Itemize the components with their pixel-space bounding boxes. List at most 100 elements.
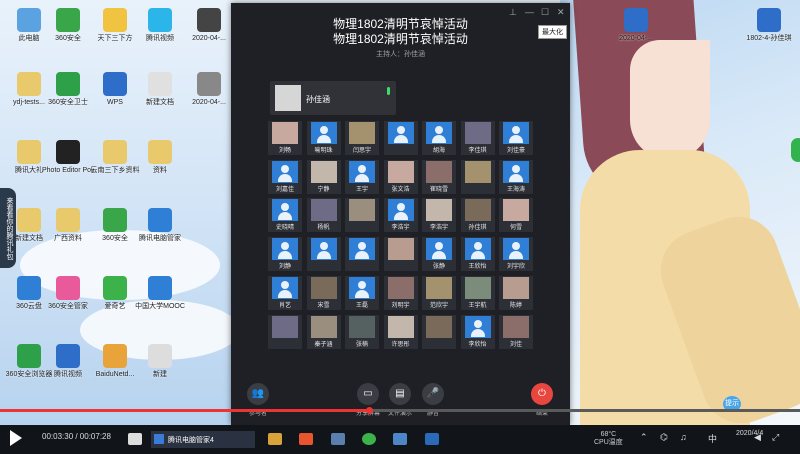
participant-tile[interactable]: 胡海 [422,121,456,155]
participant-avatar [310,199,337,222]
desktop-icon[interactable]: 360安全卫士 [42,72,94,107]
desktop-icon-label: 腾讯视频 [146,35,174,42]
participant-name: 胡海 [432,148,445,154]
desktop-icon-image [56,276,80,300]
desktop-icon[interactable]: 资料 [134,140,186,175]
store-icon[interactable] [331,433,345,445]
participant-tile[interactable]: 宋雪 [306,275,341,310]
desktop-icon[interactable]: 广西资料 [42,208,94,243]
desktop-icon-image [757,8,781,32]
fullscreen-icon[interactable]: ⤢ [772,432,779,443]
desktop-icon[interactable]: 360安全 [42,8,94,43]
mail-icon[interactable] [425,433,439,445]
desktop-icon[interactable]: 腾讯电脑管家 [134,208,186,243]
participant-tile[interactable]: 王宇航 [460,275,495,310]
participant-tile[interactable]: 崔晓雪 [422,159,456,194]
video-progress-bar[interactable] [0,407,800,414]
participant-tile[interactable]: 喻明珠 [306,121,341,155]
participant-name: 秦子涵 [314,341,333,348]
participant-tile[interactable] [268,314,302,349]
participant-tile[interactable] [345,198,379,233]
participant-tile[interactable]: 李佳琪 [460,121,495,155]
desktop-icon-label: 2020-04-... [619,35,653,42]
play-icon[interactable] [10,430,22,446]
participant-tile[interactable]: 张楠 [345,314,379,349]
participant-tile[interactable]: 刘宇欣 [499,237,533,272]
participant-tile[interactable]: 刘静 [268,237,302,272]
participant-tile[interactable]: 刘佳 [499,314,533,349]
participant-tile[interactable]: 刘畅 [268,121,302,155]
default-avatar-icon [349,276,375,299]
participant-tile[interactable]: 肖艺 [268,275,302,310]
participant-tile[interactable]: 王欣怡 [460,237,495,272]
explorer-icon[interactable] [268,433,282,445]
participant-tile[interactable]: 陈婷 [499,275,533,310]
desktop-icon[interactable]: 2020-04-... [183,72,235,107]
participant-tile[interactable] [383,121,418,155]
participant-tile[interactable] [383,237,418,272]
participant-tile[interactable]: 宁静 [306,159,341,194]
speaker-icon[interactable]: ◀ [754,432,761,443]
participant-tile[interactable]: 李浩宇 [422,198,456,233]
desktop-icon[interactable]: 新建 [134,344,186,379]
taskbar-app-active[interactable]: 腾讯电脑管家4 [151,431,255,448]
default-avatar-icon [387,199,414,222]
desktop-icon-image [148,8,172,32]
volume-icon[interactable]: ♫ [680,432,687,442]
participant-tile[interactable]: 何雪 [499,198,533,233]
desktop-icon[interactable]: 1802-4-孙佳琪 [743,8,795,43]
participant-tile[interactable]: 张文浩 [383,159,418,194]
participant-tile[interactable]: 王磊 [345,275,379,310]
default-avatar-icon [272,199,298,222]
participant-tile[interactable] [422,314,456,349]
desktop-icon[interactable]: 360安全管家 [42,276,94,311]
tray-chevron-icon[interactable]: ⌃ [640,432,648,443]
participant-tile[interactable]: 王宇 [345,159,379,194]
default-avatar-icon [464,315,491,338]
desktop-icon-image [17,8,41,32]
participant-tile[interactable]: 张静 [422,237,456,272]
desktop-icon-image [56,208,80,232]
participant-avatar [272,315,298,338]
participant-tile[interactable]: 刘佳豪 [499,121,533,155]
participant-tile[interactable]: 秦子涵 [306,314,341,349]
microphone-icon: 🎤 [422,383,444,405]
desktop-icon-image [103,344,127,368]
participant-avatar [426,199,452,222]
participant-tile[interactable] [306,237,341,272]
participant-tile[interactable]: 杨帆 [306,198,341,233]
browser-icon[interactable] [362,433,376,445]
participant-tile[interactable]: 范欣宇 [422,275,456,310]
meeting-app-icon[interactable] [393,433,407,445]
participant-tile[interactable] [345,237,379,272]
side-promo-strip[interactable]: 来看看你的腾讯礼包 [0,188,16,268]
progress-fill [0,409,371,412]
meeting-subtitle: 物理1802清明节哀悼活动 [333,32,468,46]
desktop-icon[interactable]: 腾讯视频 [42,344,94,379]
desktop-icon[interactable]: 新建文档 [134,72,186,107]
participant-tile[interactable]: 史晓晴 [268,198,302,233]
desktop-icon[interactable]: 中国大学MOOC [134,276,186,311]
desktop-icon[interactable]: Photo Editor Polarr [42,140,94,175]
network-icon[interactable]: ⌬ [660,432,668,443]
desktop-icon[interactable]: 腾讯视频 [134,8,186,43]
active-speaker[interactable]: 孙佳涵 [270,81,396,115]
ime-indicator[interactable]: 中 [708,432,717,445]
participant-tile[interactable]: 王海涛 [499,159,533,194]
green-side-handle[interactable] [791,138,800,162]
participant-tile[interactable]: 孙佳琪 [460,198,495,233]
desktop-icon[interactable]: 2020-04-... [183,8,235,43]
speaker-avatar [275,85,301,111]
participant-name: 宁静 [317,186,330,193]
start-icon[interactable] [128,433,142,445]
participant-tile[interactable]: 李浩宇 [383,198,418,233]
participant-tile[interactable]: 许思彤 [383,314,418,349]
participant-tile[interactable]: 李欣怡 [460,314,495,349]
participant-tile[interactable]: 刘明宇 [383,275,418,310]
participant-tile[interactable]: 刘嘉佳 [268,159,302,194]
desktop-icon[interactable]: 2020-04-... [610,8,662,43]
taskbar-app-icon[interactable] [299,433,313,445]
participant-tile[interactable]: 闫思宇 [345,121,379,155]
meeting-host: 主持人：孙佳涵 [376,51,425,58]
participant-tile[interactable] [460,159,495,194]
